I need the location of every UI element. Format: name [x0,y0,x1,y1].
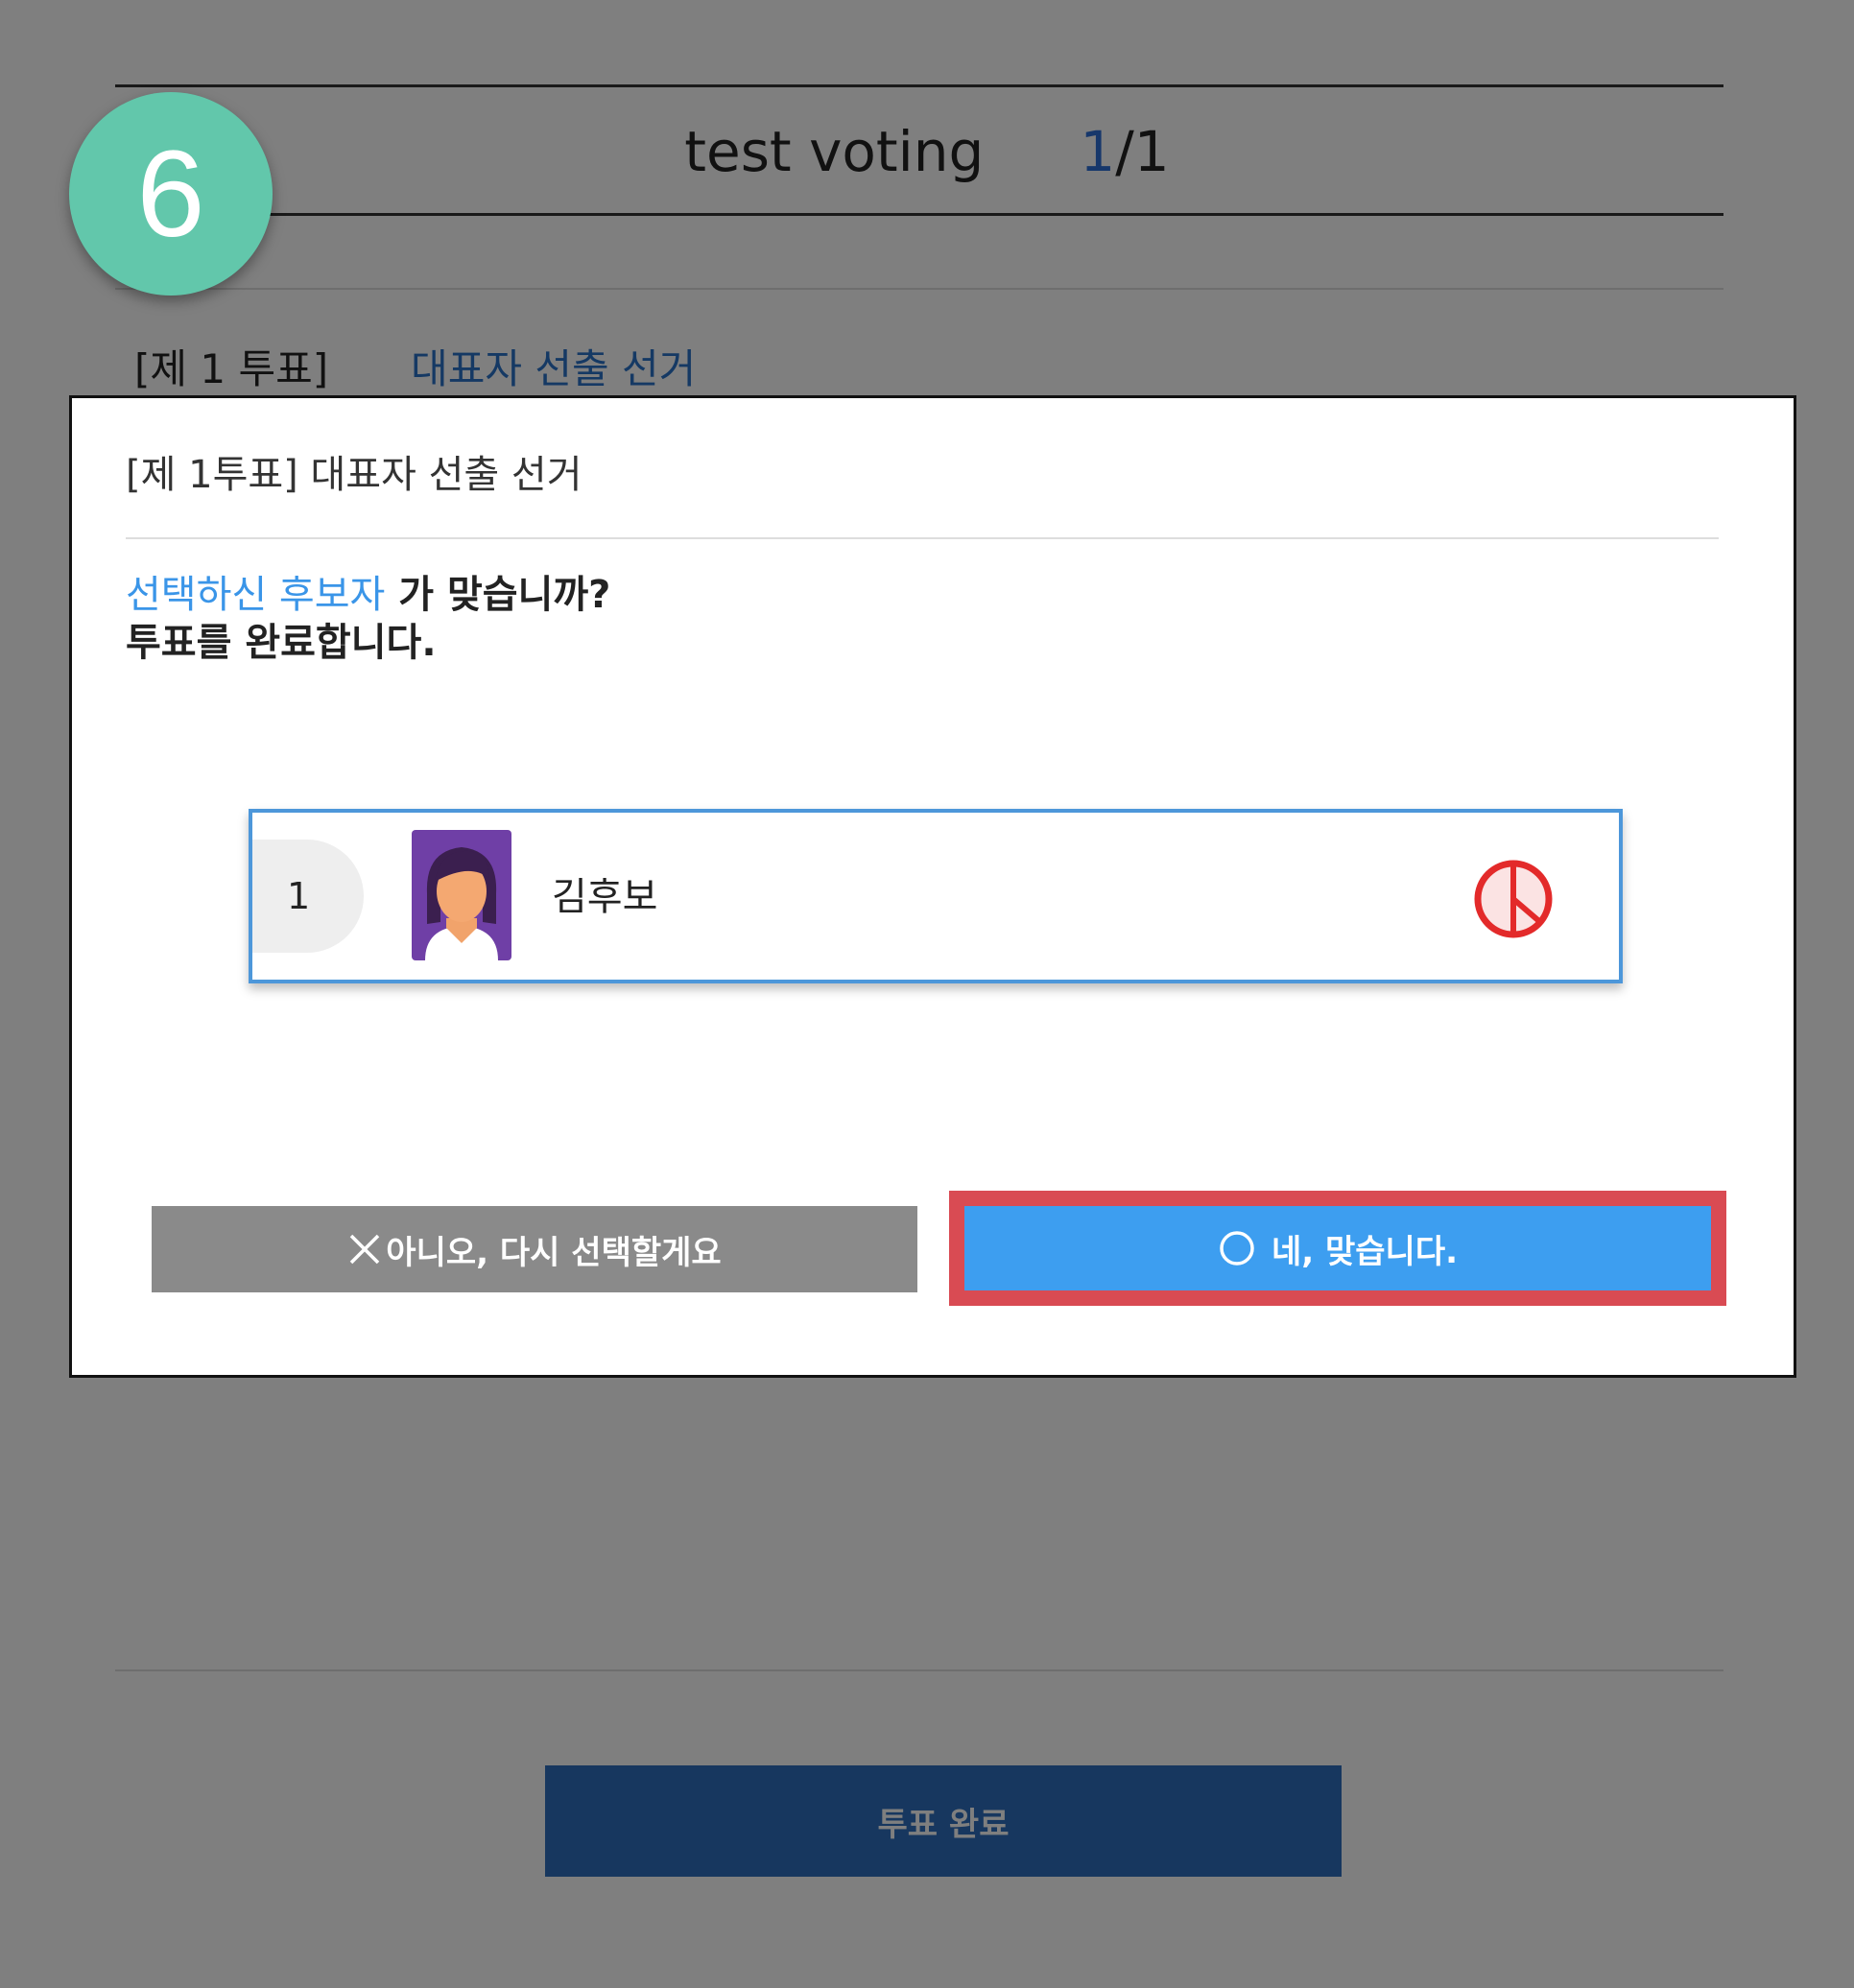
candidate-name: 김후보 [552,875,658,919]
ballot-stamp-icon [1474,860,1553,938]
confirm-modal: [제 1투표] 대표자 선출 선거 선택하신 후보자 가 맞습니까? 투표를 완… [69,395,1796,1378]
question-line2: 투표를 완료합니다. [126,621,437,665]
circle-icon [1220,1231,1254,1266]
step-number-badge: 6 [69,92,273,296]
candidate-number: 1 [252,840,364,953]
close-icon [350,1234,380,1265]
avatar-icon [412,830,511,960]
cancel-button-label: 아니오, 다시 선택할게요 [386,1233,722,1272]
confirm-button-label: 네, 맞습니다. [1271,1232,1459,1271]
confirm-vote-button[interactable]: 네, 맞습니다. [964,1206,1711,1290]
cancel-reselect-button[interactable]: 아니오, 다시 선택할게요 [152,1206,917,1292]
question-highlight: 선택하신 후보자 [126,573,386,617]
question-text: 가 맞습니까? [385,573,611,617]
modal-question: 선택하신 후보자 가 맞습니까? 투표를 완료합니다. [126,571,610,667]
selected-candidate-card: 1 김후보 [249,809,1623,983]
modal-title: [제 1투표] 대표자 선출 선거 [126,453,582,497]
modal-divider [126,537,1719,539]
